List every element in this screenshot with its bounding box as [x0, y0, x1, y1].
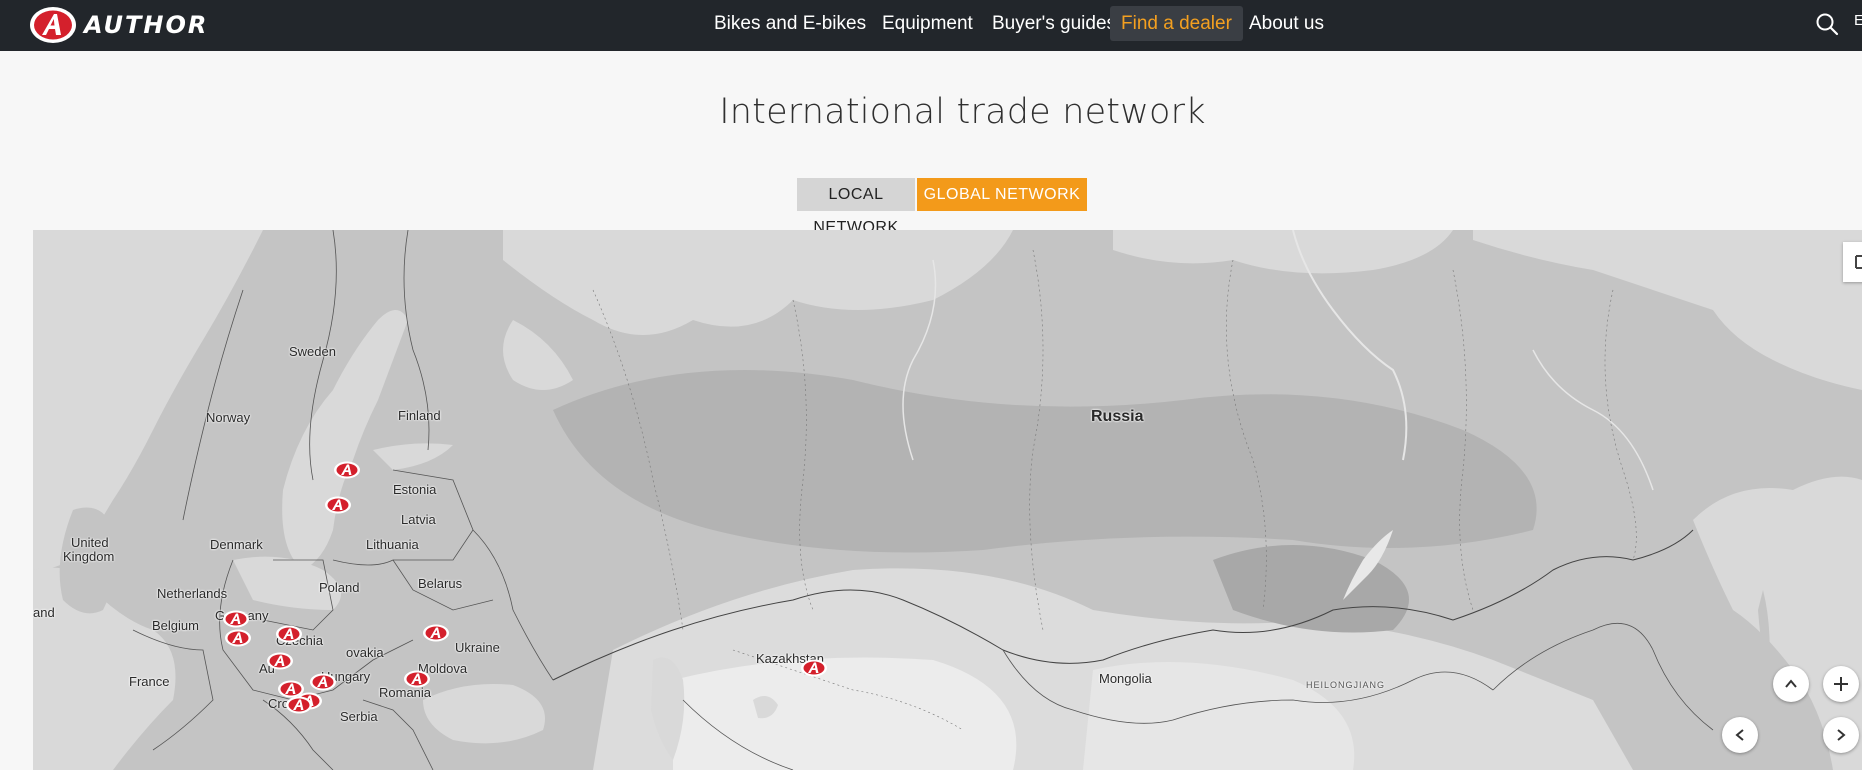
chevron-up-icon — [1785, 679, 1797, 688]
label-united-kingdom-line2: Kingdom — [63, 549, 115, 564]
nav-about-us[interactable]: About us — [1238, 6, 1335, 41]
plus-icon — [1834, 677, 1848, 691]
fullscreen-icon — [1855, 255, 1862, 269]
pan-up-button[interactable] — [1773, 666, 1809, 702]
label-ireland: and — [33, 605, 55, 620]
local-network-tab[interactable]: LOCAL NETWORK — [797, 178, 915, 236]
dealer-marker[interactable] — [422, 623, 450, 643]
zoom-in-button[interactable] — [1823, 666, 1859, 702]
chevron-right-icon — [1837, 729, 1846, 741]
label-ukraine: Ukraine — [455, 640, 500, 655]
label-belarus: Belarus — [418, 576, 463, 591]
label-estonia: Estonia — [393, 482, 437, 497]
top-navigation-bar: AUTHOR Bikes and E-bikes Equipment Buyer… — [0, 0, 1862, 51]
label-heilongjiang: HEILONGJIANG — [1306, 680, 1386, 690]
label-sweden: Sweden — [289, 344, 336, 359]
label-lithuania: Lithuania — [366, 537, 419, 552]
dealer-marker[interactable] — [275, 624, 303, 644]
label-finland: Finland — [398, 408, 441, 423]
dealer-marker[interactable] — [309, 672, 337, 692]
chevron-left-icon — [1735, 729, 1744, 741]
global-network-tab[interactable]: GLOBAL NETWORK — [917, 178, 1087, 211]
dealer-marker[interactable] — [266, 651, 294, 671]
dealer-marker[interactable] — [800, 658, 828, 678]
nav-equipment[interactable]: Equipment — [871, 6, 984, 41]
nav-bikes-and-ebikes[interactable]: Bikes and E-bikes — [703, 6, 877, 41]
label-slovakia: ovakia — [346, 645, 384, 660]
search-icon — [1816, 13, 1839, 36]
label-russia: Russia — [1091, 408, 1144, 425]
map-terrain — [33, 230, 1862, 770]
dealer-marker[interactable] — [224, 628, 252, 648]
dealer-marker[interactable] — [285, 695, 313, 715]
language-selector[interactable]: E — [1854, 12, 1862, 29]
dealer-marker[interactable] — [222, 609, 250, 629]
label-latvia: Latvia — [401, 512, 436, 527]
network-toggle: LOCAL NETWORK GLOBAL NETWORK — [797, 178, 1087, 236]
label-belgium: Belgium — [152, 618, 199, 633]
search-button[interactable] — [1813, 11, 1841, 39]
dealer-marker[interactable] — [324, 495, 352, 515]
label-norway: Norway — [206, 410, 251, 425]
label-mongolia: Mongolia — [1099, 671, 1152, 686]
pan-left-button[interactable] — [1722, 717, 1758, 753]
dealer-marker[interactable] — [333, 460, 361, 480]
label-netherlands: Netherlands — [157, 586, 228, 601]
nav-buyers-guides[interactable]: Buyer's guides — [981, 6, 1127, 41]
main-nav: Bikes and E-bikes Equipment Buyer's guid… — [0, 0, 1862, 51]
pan-right-button[interactable] — [1823, 717, 1859, 753]
nav-find-a-dealer[interactable]: Find a dealer — [1110, 6, 1243, 41]
page-title: International trade network — [719, 92, 1206, 132]
label-serbia: Serbia — [340, 709, 378, 724]
label-poland: Poland — [319, 580, 360, 595]
dealer-map[interactable]: Sweden Norway Finland Estonia Latvia Lit… — [33, 230, 1862, 770]
dealer-marker[interactable] — [403, 669, 431, 689]
label-united-kingdom-line1: United — [71, 535, 109, 550]
label-france: France — [129, 674, 170, 689]
label-denmark: Denmark — [210, 537, 263, 552]
fullscreen-button[interactable] — [1843, 242, 1862, 282]
